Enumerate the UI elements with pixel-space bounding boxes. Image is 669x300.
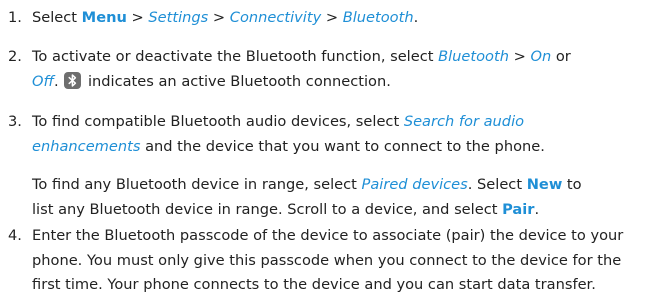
body-text: phone. You must only give this passcode … xyxy=(32,251,622,269)
step-body: To activate or deactivate the Bluetooth … xyxy=(32,45,669,94)
step-body: Select Menu > Settings > Connectivity > … xyxy=(32,6,669,31)
text-line: Enter the Bluetooth passcode of the devi… xyxy=(32,224,669,249)
step-body: To find compatible Bluetooth audio devic… xyxy=(32,110,669,159)
menu-option-text: On xyxy=(530,48,552,65)
body-text: or xyxy=(551,48,571,65)
menu-option-text: Connectivity xyxy=(229,9,322,26)
body-text: list any Bluetooth device in range. Scro… xyxy=(32,200,503,218)
instruction-document: 1. Select Menu > Settings > Connectivity… xyxy=(0,0,669,300)
step-number: 3. xyxy=(8,113,22,130)
text-line: To find any Bluetooth device in range, s… xyxy=(32,173,669,198)
text-line: first time. Your phone connects to the d… xyxy=(32,273,669,298)
body-text: to xyxy=(562,176,582,193)
step-number: 2. xyxy=(8,48,22,65)
body-text: > xyxy=(508,48,531,65)
body-text: To find any Bluetooth device in range, s… xyxy=(32,176,362,193)
menu-option-text: enhancements xyxy=(32,137,141,155)
menu-command-text: Pair xyxy=(502,200,535,218)
body-text: Enter the Bluetooth passcode of the devi… xyxy=(32,227,624,244)
menu-option-text: Bluetooth xyxy=(438,48,509,65)
menu-command-text: New xyxy=(526,176,563,193)
menu-command-text: Menu xyxy=(81,9,127,26)
text-line: list any Bluetooth device in range. Scro… xyxy=(32,198,669,223)
text-line: To find compatible Bluetooth audio devic… xyxy=(32,110,669,135)
bluetooth-icon xyxy=(64,71,82,89)
step-number: 4. xyxy=(8,227,22,244)
body-text: > xyxy=(321,9,343,26)
body-text: and the device that you want to connect … xyxy=(140,137,545,155)
step-number: 1. xyxy=(8,9,22,26)
body-text: To find compatible Bluetooth audio devic… xyxy=(32,113,404,130)
body-text: first time. Your phone connects to the d… xyxy=(32,276,596,293)
body-text: > xyxy=(208,9,230,26)
text-line: Off. indicates an active Bluetooth conne… xyxy=(32,70,669,95)
body-text: Select xyxy=(32,9,82,26)
text-line: Select Menu > Settings > Connectivity > … xyxy=(32,6,669,31)
menu-option-text: Search for audio xyxy=(403,113,525,130)
menu-option-text: Off xyxy=(32,72,55,90)
body-text: . xyxy=(54,72,64,90)
body-text: indicates an active Bluetooth connection… xyxy=(83,72,391,90)
text-line: enhancements and the device that you wan… xyxy=(32,135,669,160)
body-text: . xyxy=(413,9,419,26)
step-body: Enter the Bluetooth passcode of the devi… xyxy=(32,224,669,298)
step-body: To find any Bluetooth device in range, s… xyxy=(32,173,669,222)
body-text: To activate or deactivate the Bluetooth … xyxy=(32,48,439,65)
menu-option-text: Paired devices xyxy=(361,176,468,193)
text-line: phone. You must only give this passcode … xyxy=(32,249,669,274)
body-text: . Select xyxy=(467,176,527,193)
body-text: . xyxy=(534,200,540,218)
menu-option-text: Settings xyxy=(148,9,209,26)
text-line: To activate or deactivate the Bluetooth … xyxy=(32,45,669,70)
body-text: > xyxy=(126,9,149,26)
menu-option-text: Bluetooth xyxy=(342,9,414,26)
